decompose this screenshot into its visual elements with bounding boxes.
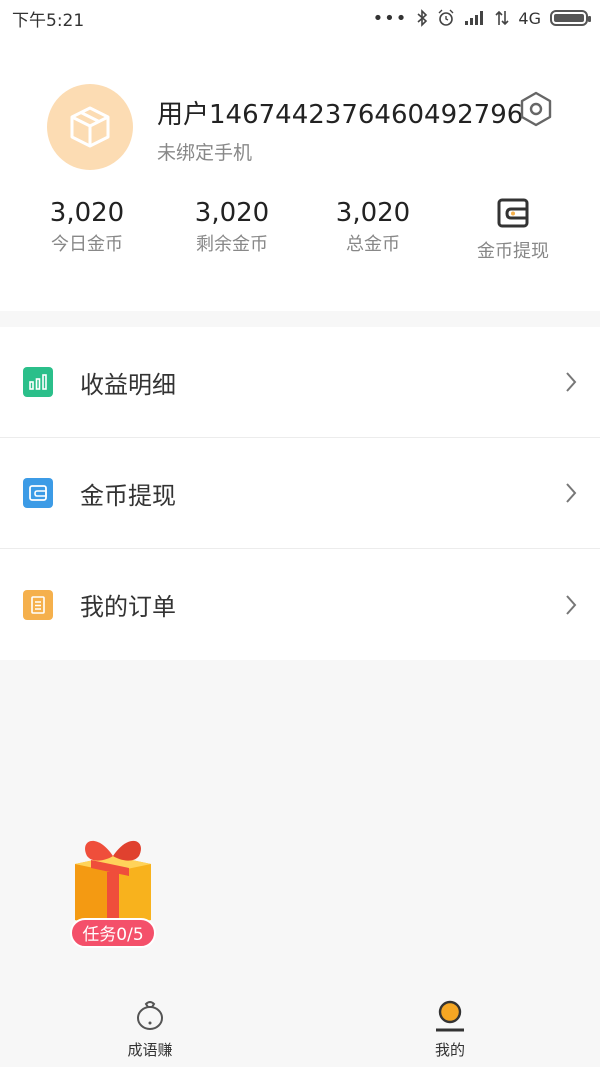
status-time: 下午5:21 [12, 10, 85, 31]
stat-total-coins: 3,020 总金币 [303, 196, 443, 258]
menu-item-earnings[interactable]: 收益明细 [0, 327, 600, 438]
menu-item-label: 收益明细 [80, 370, 176, 399]
stat-value: 3,020 [194, 198, 270, 228]
stat-label: 总金币 [346, 234, 400, 255]
stat-value: 3,020 [49, 198, 125, 228]
stat-label: 今日金币 [51, 234, 123, 255]
stat-remaining-coins: 3,020 剩余金币 [162, 196, 302, 258]
menu-item-orders[interactable]: 我的订单 [0, 549, 600, 660]
tab-mine[interactable]: 我的 [390, 992, 510, 1067]
chevron-right-icon [566, 372, 577, 392]
status-bar: 下午5:21 ••• 4G [0, 0, 600, 36]
battery-icon [550, 10, 591, 26]
phone-binding-status[interactable]: 未绑定手机 [157, 138, 252, 165]
tab-idiom-earn[interactable]: 成语赚 [90, 992, 210, 1067]
signal-icon [465, 11, 484, 25]
bottom-tab-bar: 成语赚 我的 [0, 992, 600, 1067]
stat-value: 3,020 [335, 198, 411, 228]
avatar[interactable] [47, 84, 133, 170]
chevron-right-icon [566, 483, 577, 503]
withdraw-coins-button[interactable]: 金币提现 [443, 196, 583, 265]
network-type: 4G [518, 8, 541, 28]
username: 用户1467442376460492796 [157, 100, 524, 130]
stat-label: 金币提现 [477, 241, 549, 262]
chevron-right-icon [566, 594, 577, 615]
menu-item-label: 金币提现 [80, 481, 176, 510]
more-dots-icon: ••• [372, 7, 408, 29]
menu-list: 收益明细 金币提现 我的订单 [0, 327, 600, 660]
data-transfer-icon [495, 10, 509, 26]
user-profile-icon [436, 1000, 464, 1032]
menu-item-label: 我的订单 [80, 593, 176, 621]
profile-header: 用户1467442376460492796 未绑定手机 3,020 今日金币 3… [0, 36, 600, 311]
stat-label: 剩余金币 [196, 234, 268, 255]
stat-today-coins: 3,020 今日金币 [17, 196, 157, 258]
tab-label: 我的 [434, 1041, 465, 1059]
task-progress-badge[interactable]: 任务0/5 [70, 918, 156, 948]
menu-item-withdraw[interactable]: 金币提现 [0, 438, 600, 549]
document-icon [23, 589, 53, 620]
box-avatar-icon [70, 106, 110, 148]
bar-chart-icon [23, 367, 53, 397]
bluetooth-icon [417, 9, 428, 27]
settings-gear-icon[interactable] [518, 90, 554, 128]
alarm-icon [438, 9, 454, 26]
wallet-icon [23, 478, 53, 508]
status-icons: ••• 4G [372, 7, 591, 29]
seed-icon [137, 1001, 163, 1030]
wallet-icon [497, 198, 529, 228]
tab-label: 成语赚 [127, 1041, 173, 1059]
